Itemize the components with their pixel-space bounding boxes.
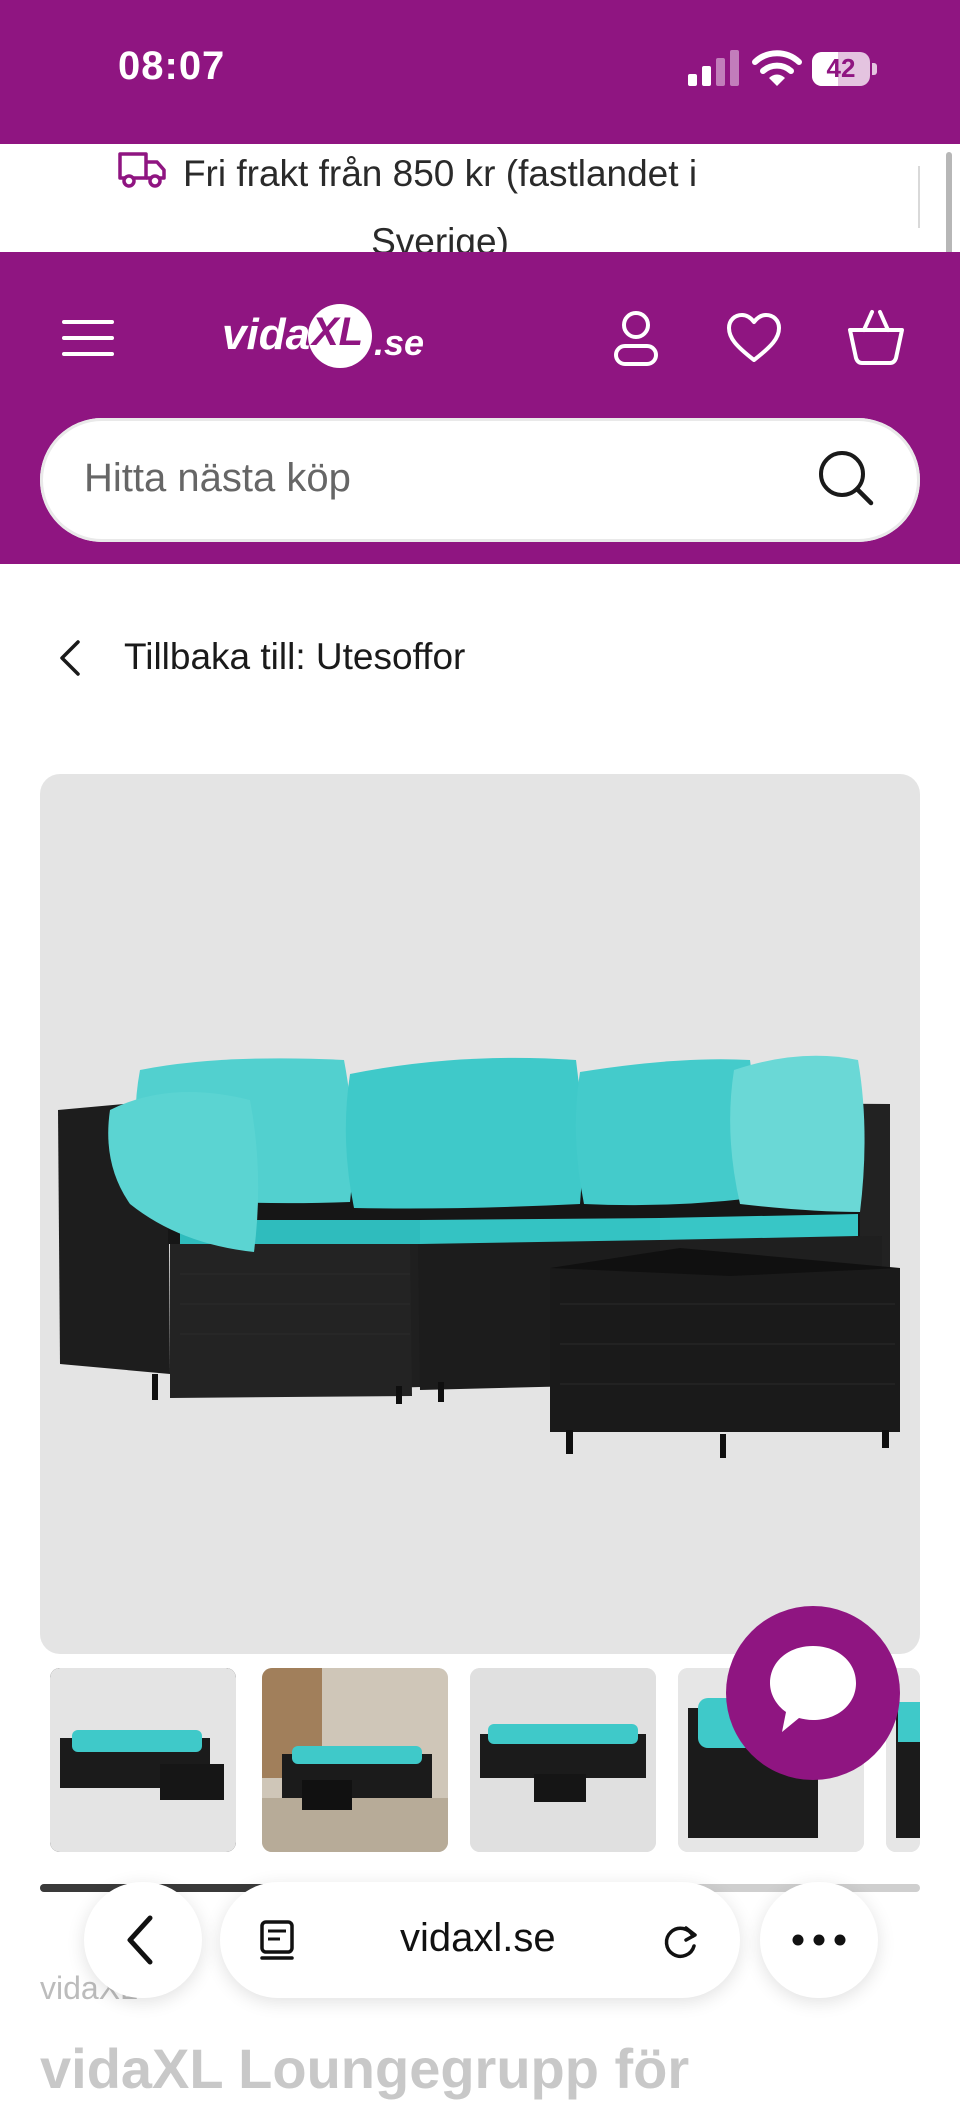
thumbnail-3[interactable]	[470, 1668, 656, 1852]
search-icon[interactable]	[816, 448, 876, 508]
breadcrumb-back-link[interactable]: Tillbaka till: Utesoffor	[124, 636, 465, 678]
browser-back-button[interactable]	[84, 1882, 202, 1998]
browser-address-bar[interactable]: vidaxl.se	[220, 1882, 740, 1998]
chevron-left-icon	[127, 1915, 153, 1965]
chat-bubble-icon	[770, 1646, 856, 1732]
logo-text: vida	[222, 310, 311, 359]
browser-url[interactable]: vidaxl.se	[400, 1916, 556, 1961]
logo-domain: .se	[374, 322, 425, 363]
product-main-image[interactable]	[40, 774, 920, 1654]
promo-divider	[918, 166, 920, 228]
logo-xl: XL	[312, 310, 364, 354]
product-title: vidaXL Loungegrupp för	[40, 2037, 690, 2100]
reload-icon[interactable]	[658, 1918, 704, 1964]
site-logo[interactable]: vida XL .se	[222, 296, 432, 380]
truck-icon	[118, 152, 166, 188]
battery-level: 42	[826, 53, 856, 83]
battery-icon: 42	[812, 52, 878, 86]
cart-icon[interactable]	[846, 308, 906, 366]
thumbnail-image	[50, 1668, 236, 1852]
more-dots-icon	[792, 1934, 846, 1946]
user-icon[interactable]	[612, 310, 660, 368]
browser-more-button[interactable]	[760, 1882, 878, 1998]
search-input[interactable]: Hitta nästa köp	[84, 456, 351, 501]
thumbnail-image	[470, 1668, 656, 1852]
thumbnail-1[interactable]	[50, 1668, 236, 1852]
status-time: 08:07	[118, 44, 226, 88]
browser-toolbar: vidaxl.se	[0, 1872, 960, 2012]
signal-icon	[688, 50, 739, 86]
sofa-illustration	[58, 1055, 900, 1458]
chat-button[interactable]	[726, 1606, 900, 1780]
reader-icon[interactable]	[256, 1918, 300, 1962]
wifi-icon	[752, 50, 802, 86]
thumbnail-2[interactable]	[262, 1668, 448, 1852]
thumbnail-image	[262, 1668, 448, 1852]
menu-icon[interactable]	[62, 318, 114, 358]
chevron-left-icon[interactable]	[56, 638, 82, 678]
heart-icon[interactable]	[726, 312, 782, 364]
